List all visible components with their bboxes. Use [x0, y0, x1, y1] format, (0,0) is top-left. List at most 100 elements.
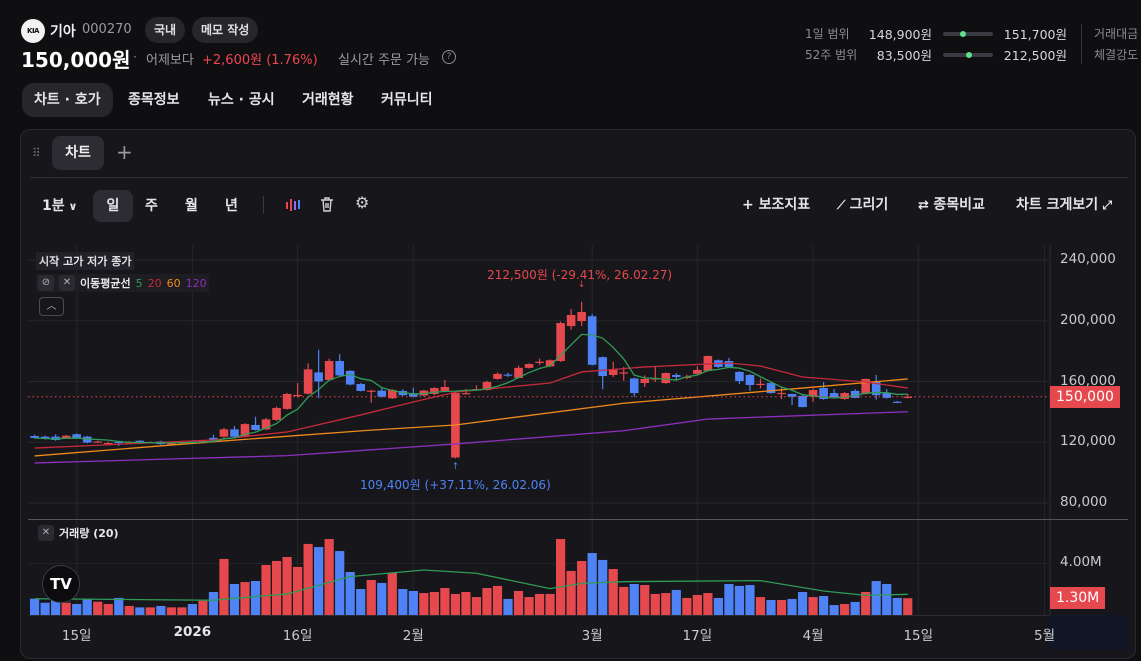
- volume-bar: [198, 600, 208, 615]
- volume-bar: [640, 585, 650, 615]
- candle-body: [272, 407, 281, 420]
- price-tick-label: 240,000: [1060, 251, 1116, 267]
- close-icon[interactable]: ✕: [59, 275, 75, 291]
- volume-bar: [724, 583, 734, 615]
- volume-bar: [566, 570, 576, 615]
- volume-bar: [787, 598, 797, 615]
- candle-body: [735, 371, 744, 382]
- volume-bar: [608, 569, 618, 615]
- volume-bar: [903, 598, 913, 615]
- volume-bar: [734, 585, 745, 615]
- volume-bar: [387, 573, 397, 615]
- candle-body: [303, 369, 313, 394]
- volume-bar: [82, 598, 92, 615]
- volume-bar: [808, 597, 818, 615]
- volume-bar: [93, 601, 103, 615]
- volume-bar: [250, 581, 261, 615]
- volume-bar: [303, 543, 313, 615]
- volume-bar: [598, 559, 608, 615]
- volume-bar: [524, 597, 534, 615]
- volume-bar: [534, 593, 545, 615]
- ma5-label: 5: [135, 276, 143, 290]
- ma60-label: 60: [166, 276, 181, 290]
- candle-body: [892, 401, 902, 403]
- ma120-label: 120: [185, 276, 207, 290]
- time-tick-label: 15일: [903, 628, 934, 644]
- volume-bar: [177, 607, 187, 615]
- volume-bar: [40, 602, 50, 615]
- axis-corner: [1050, 615, 1128, 650]
- volume-bar: [72, 604, 82, 615]
- volume-bar: [671, 589, 681, 615]
- volume-bar: [335, 551, 345, 615]
- volume-bar: [356, 589, 366, 615]
- volume-bar: [871, 581, 881, 615]
- volume-bar: [124, 605, 134, 615]
- last-volume-badge: 1.30M: [1050, 587, 1106, 610]
- time-tick-label: 4월: [802, 628, 824, 644]
- candle-body: [251, 424, 260, 430]
- candle-body: [777, 392, 786, 395]
- volume-bar: [661, 593, 671, 615]
- volume-bar: [450, 593, 460, 615]
- volume-bar: [692, 594, 702, 615]
- volume-legend: ✕ 거래량 (20): [38, 525, 119, 541]
- volume-bar: [156, 605, 166, 615]
- ma20-label: 20: [147, 276, 162, 290]
- candle-body: [524, 364, 534, 368]
- eye-off-icon[interactable]: ⊘: [38, 275, 54, 291]
- volume-bar: [419, 593, 429, 615]
- tradingview-logo[interactable]: TV: [42, 565, 80, 603]
- candle-body: [640, 378, 650, 384]
- price-tick-label: 200,000: [1060, 311, 1116, 328]
- volume-bar: [713, 597, 723, 615]
- volume-bar: [208, 592, 219, 615]
- candle-body: [366, 390, 376, 392]
- volume-bar: [314, 547, 324, 615]
- candle-body: [629, 378, 639, 394]
- candle-body: [230, 429, 239, 437]
- series-layer: [30, 301, 913, 615]
- candle-body: [745, 374, 755, 386]
- volume-bar: [619, 586, 629, 615]
- candle-body: [587, 316, 597, 365]
- time-tick-label: 2026: [173, 624, 212, 640]
- volume-bar: [650, 593, 660, 615]
- volume-bar: [398, 589, 408, 615]
- low-annotation: 109,400원 (+37.11%, 26.02.06): [360, 478, 551, 492]
- last-price-badge: 150,000: [1050, 385, 1120, 408]
- volume-bar: [629, 583, 639, 615]
- time-tick-label: 15일: [61, 628, 92, 644]
- candle-body: [724, 361, 734, 367]
- volume-bar: [229, 583, 240, 615]
- volume-bar: [135, 607, 145, 615]
- candle-body: [566, 314, 576, 327]
- ma5-line: [34, 333, 908, 444]
- volume-bar: [187, 604, 197, 615]
- time-tick-label: 5월: [1034, 628, 1056, 644]
- candle-body: [324, 361, 334, 381]
- candle-body: [840, 393, 849, 399]
- volume-bar: [577, 560, 587, 615]
- collapse-legend-button[interactable]: ︿: [39, 297, 64, 316]
- candle-body: [535, 361, 544, 363]
- volume-bar: [682, 597, 692, 615]
- candle-body: [661, 373, 671, 384]
- candle-body: [93, 441, 103, 443]
- volume-bar: [103, 604, 113, 615]
- volume-bar: [408, 590, 418, 615]
- volume-bar: [766, 600, 776, 615]
- volume-bar: [776, 600, 787, 615]
- price-chart[interactable]: [0, 0, 1141, 661]
- candle-body: [440, 386, 450, 391]
- volume-bar: [261, 564, 271, 615]
- volume-bar: [282, 556, 292, 615]
- volume-bar: [166, 607, 176, 615]
- volume-bar: [545, 593, 555, 615]
- price-tick-label: 80,000: [1060, 494, 1108, 511]
- close-icon[interactable]: ✕: [38, 525, 54, 541]
- volume-bar: [324, 539, 334, 615]
- volume-bar: [513, 590, 524, 615]
- candle-body: [335, 361, 344, 376]
- volume-bar: [850, 601, 860, 615]
